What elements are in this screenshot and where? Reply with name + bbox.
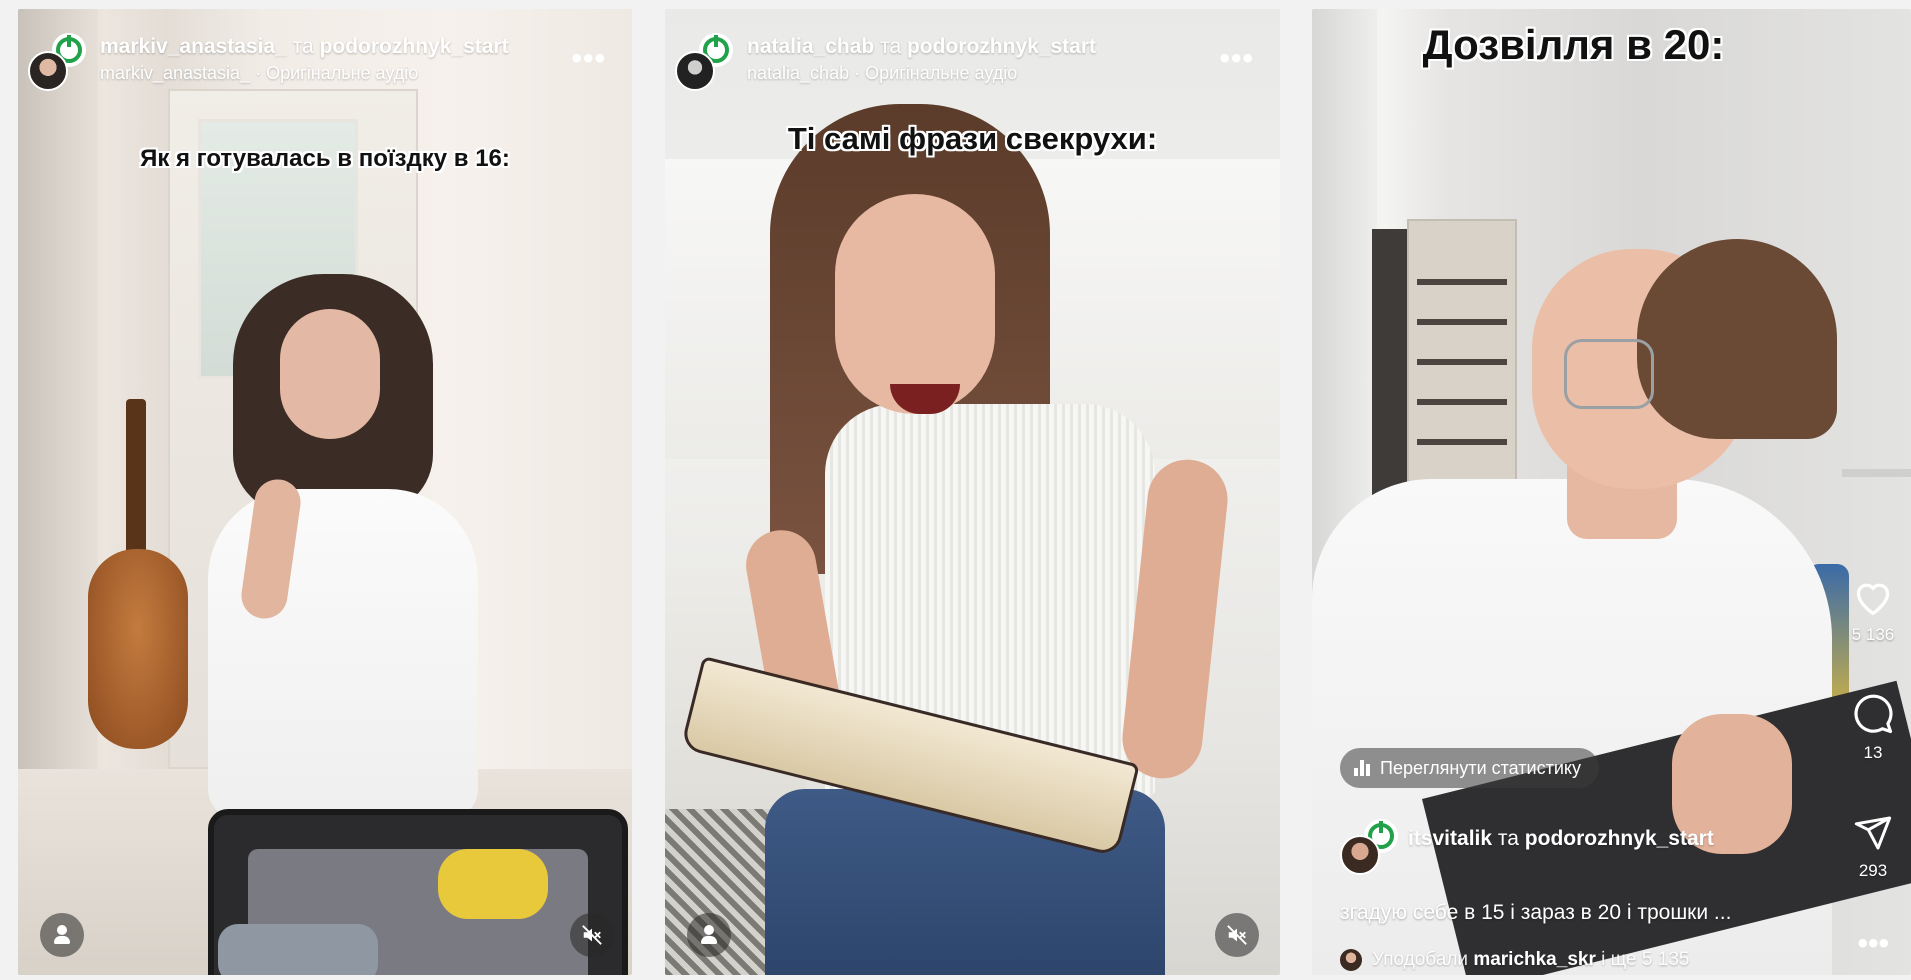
profile-button[interactable] <box>40 913 84 957</box>
user-icon <box>699 925 719 945</box>
authors-conjunction: та <box>880 35 902 58</box>
mute-button[interactable] <box>1215 913 1259 957</box>
reel-card-2[interactable]: natalia_chab та podorozhnyk_start natali… <box>665 9 1280 975</box>
liked-suffix: і ще 5 135 <box>1601 949 1690 970</box>
send-icon[interactable] <box>1851 813 1895 853</box>
liked-by-line[interactable]: Уподобали marichka_skr і ще 5 135 <box>1340 949 1689 971</box>
reel-authors: markiv_anastasia_ та podorozhnyk_start <box>100 35 509 59</box>
more-options-button[interactable]: ••• <box>571 44 606 74</box>
reel-card-1[interactable]: markiv_anastasia_ та podorozhnyk_start m… <box>18 9 632 975</box>
collab-avatars[interactable] <box>1340 819 1398 875</box>
collab-avatars[interactable] <box>675 33 733 91</box>
owner-username[interactable]: natalia_chab <box>747 35 874 58</box>
audio-label: Оригінальне аудіо <box>865 63 1018 83</box>
authors-conjunction: та <box>292 35 314 58</box>
scene-door-stripe <box>1417 439 1507 445</box>
like-action[interactable]: 5 136 <box>1835 577 1911 645</box>
video-caption: Ті самі фрази свекрухи: <box>787 121 1158 156</box>
like-count: 5 136 <box>1851 625 1895 644</box>
share-action[interactable]: 293 <box>1835 813 1911 881</box>
scene-person-hair <box>1637 239 1837 439</box>
audio-line[interactable]: markiv_anastasia_ · Оригінальне аудіо <box>100 63 418 84</box>
scene-clothes <box>218 924 378 975</box>
user-icon <box>52 925 72 945</box>
heart-icon[interactable] <box>1851 577 1895 617</box>
scene-yellow-bag <box>438 849 548 919</box>
reel-card-3[interactable]: Дозвілля в 20: Переглянути статистику it… <box>1312 9 1911 975</box>
mute-button[interactable] <box>570 913 614 957</box>
owner-avatar[interactable] <box>675 51 715 91</box>
liker-avatar <box>1340 949 1362 971</box>
owner-username[interactable]: markiv_anastasia_ <box>100 35 287 58</box>
more-options-button[interactable]: ••• <box>1219 44 1254 74</box>
scene-glasses <box>1564 339 1654 409</box>
scene-door-stripe <box>1417 319 1507 325</box>
share-count: 293 <box>1858 861 1888 880</box>
collaborator-username[interactable]: podorozhnyk_start <box>907 35 1096 58</box>
view-insights-button[interactable]: Переглянути статистику <box>1340 748 1599 788</box>
scene-guitar-neck <box>126 399 146 569</box>
reel-header: natalia_chab та podorozhnyk_start natali… <box>675 23 1264 91</box>
collaborator-username[interactable]: podorozhnyk_start <box>320 35 509 58</box>
comment-count: 13 <box>1863 743 1883 762</box>
audio-separator: · <box>255 63 262 83</box>
owner-avatar[interactable] <box>28 51 68 91</box>
liked-user[interactable]: marichka_skr <box>1473 949 1596 970</box>
liked-prefix: Уподобали <box>1372 949 1469 970</box>
video-caption: Як я готувалась в поїздку в 16: <box>140 145 510 172</box>
reel-description[interactable]: згадую себе в 15 і зараз в 20 і трошки .… <box>1340 901 1731 925</box>
audio-label: Оригінальне аудіо <box>266 63 419 83</box>
bar-chart-icon <box>1354 760 1370 776</box>
audio-owner: natalia_chab <box>747 63 850 83</box>
muted-speaker-icon <box>1227 925 1247 945</box>
scene-guitar <box>88 549 188 749</box>
reel-owner-row: itsvitalik та podorozhnyk_start <box>1340 809 1780 875</box>
reel-header: markiv_anastasia_ та podorozhnyk_start m… <box>28 23 616 91</box>
scene-door-stripe <box>1417 279 1507 285</box>
reel-authors: itsvitalik та podorozhnyk_start <box>1408 827 1714 851</box>
scene-person-face <box>280 309 380 439</box>
owner-username[interactable]: itsvitalik <box>1408 827 1492 850</box>
view-insights-label: Переглянути статистику <box>1380 757 1581 778</box>
scene-door-stripe <box>1417 399 1507 405</box>
muted-speaker-icon <box>582 925 602 945</box>
profile-button[interactable] <box>687 913 731 957</box>
scene-shelf <box>1842 469 1911 477</box>
reel-authors: natalia_chab та podorozhnyk_start <box>747 35 1096 59</box>
audio-separator: · <box>854 63 861 83</box>
video-caption: Дозвілля в 20: <box>1422 21 1725 68</box>
authors-conjunction: та <box>1497 827 1519 850</box>
audio-owner: markiv_anastasia_ <box>100 63 251 83</box>
collab-avatars[interactable] <box>28 33 86 91</box>
audio-line[interactable]: natalia_chab · Оригінальне аудіо <box>747 63 1017 84</box>
comment-bubble-icon[interactable] <box>1851 693 1895 735</box>
comment-action[interactable]: 13 <box>1835 693 1911 763</box>
more-options-button[interactable]: ••• <box>1857 929 1889 959</box>
owner-avatar[interactable] <box>1340 835 1380 875</box>
collaborator-username[interactable]: podorozhnyk_start <box>1525 827 1714 850</box>
scene-door-stripe <box>1417 359 1507 365</box>
scene-person-face <box>835 194 995 414</box>
